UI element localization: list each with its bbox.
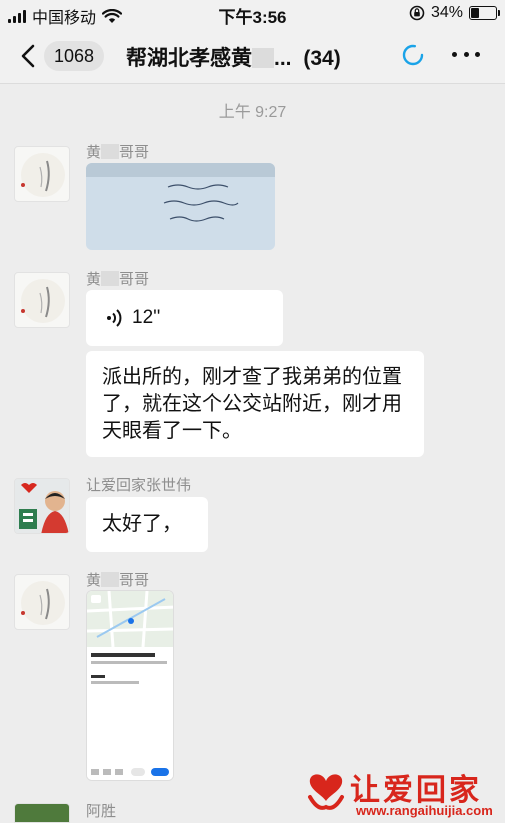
blurred-name: [252, 48, 274, 68]
text-message-bubble[interactable]: 派出所的，刚才查了我弟弟的位置了，就在这个公交站附近，刚才用天眼看了一下。: [86, 351, 424, 457]
sender-name: 黄哥哥: [86, 572, 150, 589]
orientation-lock-icon: [409, 5, 425, 21]
heart-hands-logo-icon: [308, 774, 344, 810]
member-count: (34): [303, 47, 341, 70]
more-options-button[interactable]: [452, 52, 480, 60]
message-timestamp: 上午 9:27: [218, 104, 287, 121]
unread-count-badge[interactable]: 1068: [44, 41, 105, 71]
ink-painting-avatar-icon: [21, 153, 65, 197]
voice-duration: 12'': [132, 307, 161, 328]
text-message-bubble[interactable]: 太好了，: [86, 497, 208, 552]
sender-name: 让爱回家张世伟: [86, 477, 192, 494]
map-screenshot-message[interactable]: [86, 590, 174, 781]
message-text: 派出所的，刚才查了我弟弟的位置了，就在这个公交站附近，刚才用天眼看了一下。: [102, 366, 402, 442]
watermark-url: www.rangaihuijia.com: [356, 803, 493, 818]
avatar[interactable]: [14, 478, 70, 534]
watermark-logo: 让爱回家 www.rangaihuijia.com: [306, 765, 502, 821]
status-right: 34%: [409, 4, 500, 22]
image-message[interactable]: [86, 163, 275, 250]
voice-wave-icon: [107, 309, 122, 327]
ink-painting-avatar-icon: [21, 581, 65, 625]
person-photo-avatar-icon: [15, 479, 69, 533]
handwritten-note-photo: [86, 163, 275, 250]
message-text: 太好了，: [102, 513, 182, 535]
avatar[interactable]: [14, 146, 70, 202]
sender-name: 阿胜: [86, 803, 117, 820]
back-chevron-icon[interactable]: [14, 41, 44, 71]
sender-name: 黄哥哥: [86, 271, 150, 288]
chat-title-text: 帮湖北孝感黄: [126, 47, 252, 70]
avatar[interactable]: [14, 272, 70, 328]
chat-header: 1068 帮湖北孝感黄... (34): [0, 28, 505, 84]
chat-title: 帮湖北孝感黄... (34): [126, 42, 341, 72]
sender-name: 黄哥哥: [86, 144, 150, 161]
battery-percent: 34%: [430, 4, 463, 21]
avatar[interactable]: [14, 574, 70, 630]
map-screenshot-thumbnail: [87, 591, 173, 780]
ink-painting-avatar-icon: [21, 279, 65, 323]
chat-title-ellipsis: ...: [274, 47, 292, 70]
avatar[interactable]: [14, 803, 70, 823]
voice-message-bubble[interactable]: 12'': [86, 290, 283, 346]
status-bar: 中国移动 下午3:56 34%: [0, 0, 505, 28]
loading-icon: [402, 44, 424, 66]
battery-icon: [469, 6, 500, 20]
